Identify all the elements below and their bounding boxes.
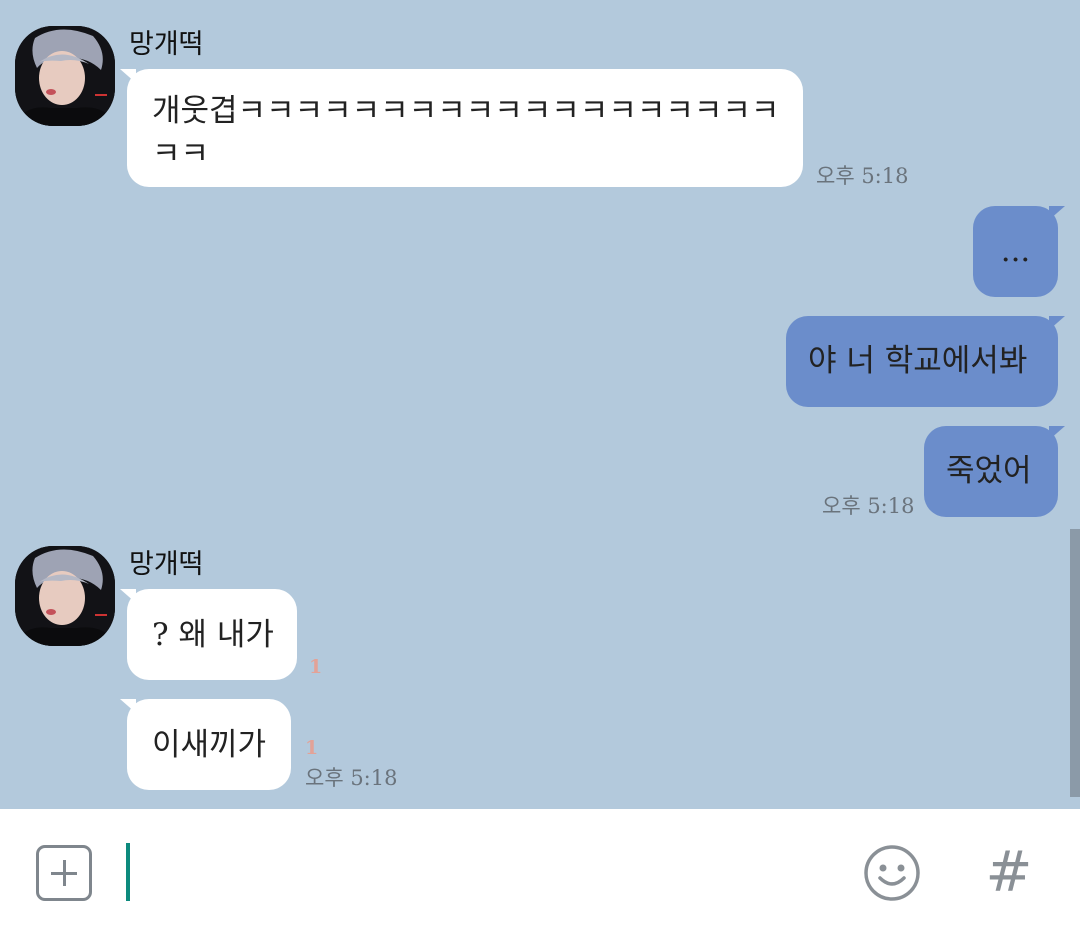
bubble-tail xyxy=(1049,206,1065,220)
smiley-icon[interactable] xyxy=(863,844,921,902)
message-time: 오후 5:18 xyxy=(305,766,398,790)
bubble-tail xyxy=(1049,316,1065,330)
message-bubble[interactable]: ... xyxy=(973,206,1065,297)
unread-count: 1 xyxy=(309,656,323,678)
sender-avatar[interactable] xyxy=(15,546,115,646)
profile-photo-icon xyxy=(15,546,115,646)
message-bubble[interactable]: ? 왜 내가 xyxy=(120,589,297,680)
profile-photo-icon xyxy=(15,26,115,126)
message-input-cursor[interactable] xyxy=(126,843,130,901)
message-text: ... xyxy=(1000,233,1031,269)
message-input-bar: # xyxy=(0,809,1080,935)
sender-avatar[interactable] xyxy=(15,26,115,126)
message-text: 죽었어 xyxy=(946,453,1032,489)
message-text: 개웃겹ㅋㅋㅋㅋㅋㅋㅋㅋㅋㅋㅋㅋㅋㅋㅋㅋㅋㅋㅋ xyxy=(152,93,780,129)
hashtag-button[interactable]: # xyxy=(985,845,1033,901)
bubble-tail xyxy=(120,699,136,713)
message-bubble[interactable]: 개웃겹ㅋㅋㅋㅋㅋㅋㅋㅋㅋㅋㅋㅋㅋㅋㅋㅋㅋㅋㅋ ㅋㅋ xyxy=(120,69,803,187)
message-bubble[interactable]: 이새끼가 xyxy=(120,699,291,790)
message-text: 이새끼가 xyxy=(152,727,267,763)
message-text: ㅋㅋ xyxy=(152,136,210,172)
bubble-tail xyxy=(1049,426,1065,440)
message-bubble[interactable]: 야 너 학교에서봐 xyxy=(786,316,1065,407)
message-time: 오후 5:18 xyxy=(822,494,915,518)
sender-name: 망개떡 xyxy=(129,29,204,60)
scrollbar[interactable] xyxy=(1070,529,1080,797)
sender-name: 망개떡 xyxy=(129,549,204,580)
plus-square-icon[interactable] xyxy=(36,845,92,901)
bubble-tail xyxy=(120,69,136,83)
message-text: ? 왜 내가 xyxy=(152,617,274,653)
bubble-tail xyxy=(120,589,136,603)
message-bubble[interactable]: 죽었어 xyxy=(924,426,1065,517)
unread-count: 1 xyxy=(305,737,319,759)
chat-area[interactable]: 망개떡 개웃겹ㅋㅋㅋㅋㅋㅋㅋㅋㅋㅋㅋㅋㅋㅋㅋㅋㅋㅋㅋ ㅋㅋ 오후 5:18 ..… xyxy=(0,0,1080,809)
message-time: 오후 5:18 xyxy=(816,164,909,188)
message-text: 야 너 학교에서봐 xyxy=(808,343,1028,379)
